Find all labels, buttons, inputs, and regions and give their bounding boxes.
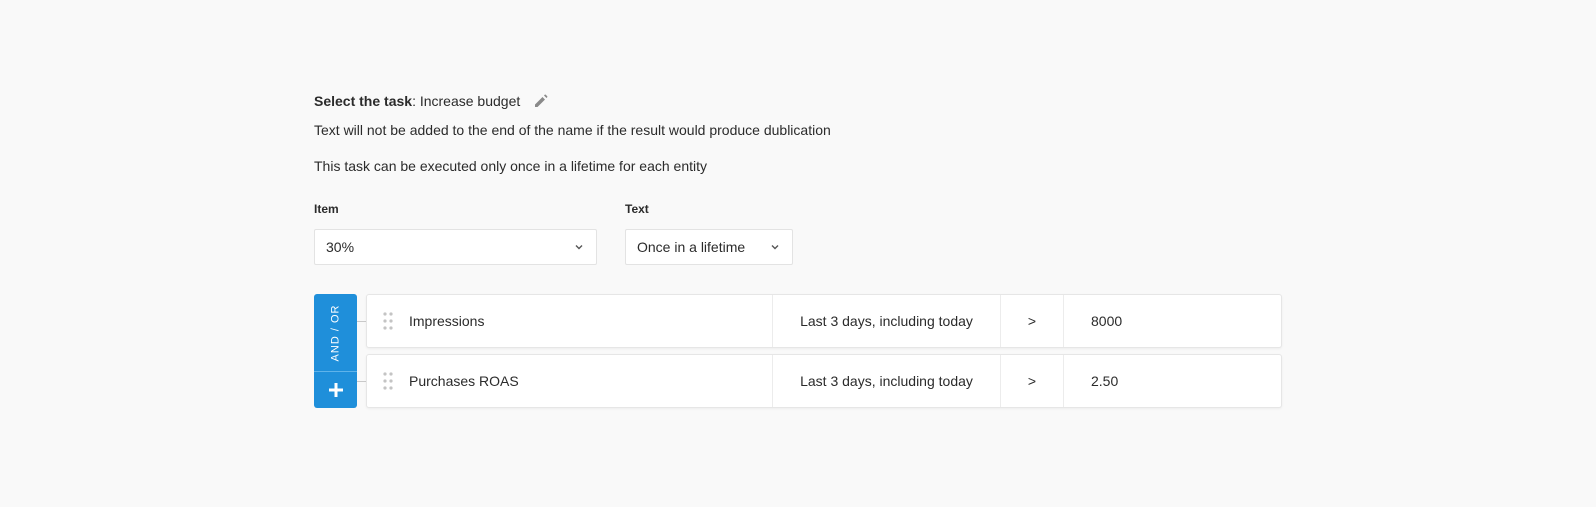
task-fields: Item 30% Text Once in a lifetime	[314, 201, 1282, 265]
value-input[interactable]: 8000	[1064, 295, 1281, 347]
task-panel: Select the task: Increase budget Text wi…	[314, 90, 1282, 408]
value-text: 2.50	[1091, 373, 1119, 389]
drag-handle-icon[interactable]	[367, 295, 409, 347]
condition-row: Purchases ROAS Last 3 days, including to…	[366, 354, 1282, 408]
row-connector	[357, 381, 366, 382]
condition-row: Impressions Last 3 days, including today…	[366, 294, 1282, 348]
condition-group: AND / OR Impressions Last 3 days, includ…	[314, 294, 1282, 408]
item-select[interactable]: 30%	[314, 229, 597, 265]
text-field: Text Once in a lifetime	[625, 201, 793, 265]
period-selector[interactable]: Last 3 days, including today	[773, 295, 1001, 347]
operator-selector[interactable]: >	[1001, 355, 1064, 407]
value-input[interactable]: 2.50	[1064, 355, 1281, 407]
operator-label: >	[1027, 373, 1037, 389]
chevron-down-icon	[770, 242, 780, 252]
and-or-label: AND / OR	[329, 304, 342, 361]
period-label: Last 3 days, including today	[800, 313, 973, 329]
task-label: Select the task	[314, 93, 413, 109]
and-or-toggle[interactable]: AND / OR	[314, 294, 357, 371]
metric-selector[interactable]: Impressions	[409, 295, 773, 347]
item-field: Item 30%	[314, 201, 597, 265]
period-selector[interactable]: Last 3 days, including today	[773, 355, 1001, 407]
item-select-value: 30%	[326, 239, 355, 255]
text-label: Text	[625, 202, 649, 216]
task-selector: Select the task: Increase budget	[314, 90, 1282, 112]
task-separator: :	[412, 93, 420, 109]
chevron-down-icon	[574, 242, 584, 252]
text-select-value: Once in a lifetime	[637, 239, 746, 255]
item-label: Item	[314, 202, 339, 216]
plus-icon	[328, 383, 343, 397]
text-select[interactable]: Once in a lifetime	[625, 229, 793, 265]
operator-selector[interactable]: >	[1001, 295, 1064, 347]
pencil-icon[interactable]	[532, 92, 550, 110]
operator-label: >	[1027, 313, 1037, 329]
metric-label: Purchases ROAS	[409, 373, 519, 389]
period-label: Last 3 days, including today	[800, 373, 973, 389]
lifetime-note: This task can be executed only once in a…	[314, 158, 707, 174]
drag-handle-icon[interactable]	[367, 355, 409, 407]
metric-selector[interactable]: Purchases ROAS	[409, 355, 773, 407]
add-condition-button[interactable]	[314, 372, 357, 408]
row-connector	[357, 321, 366, 322]
value-text: 8000	[1091, 313, 1123, 329]
metric-label: Impressions	[409, 313, 485, 329]
group-bar: AND / OR	[314, 294, 357, 408]
dedup-note: Text will not be added to the end of the…	[314, 122, 831, 138]
task-value: Increase budget	[419, 93, 521, 109]
